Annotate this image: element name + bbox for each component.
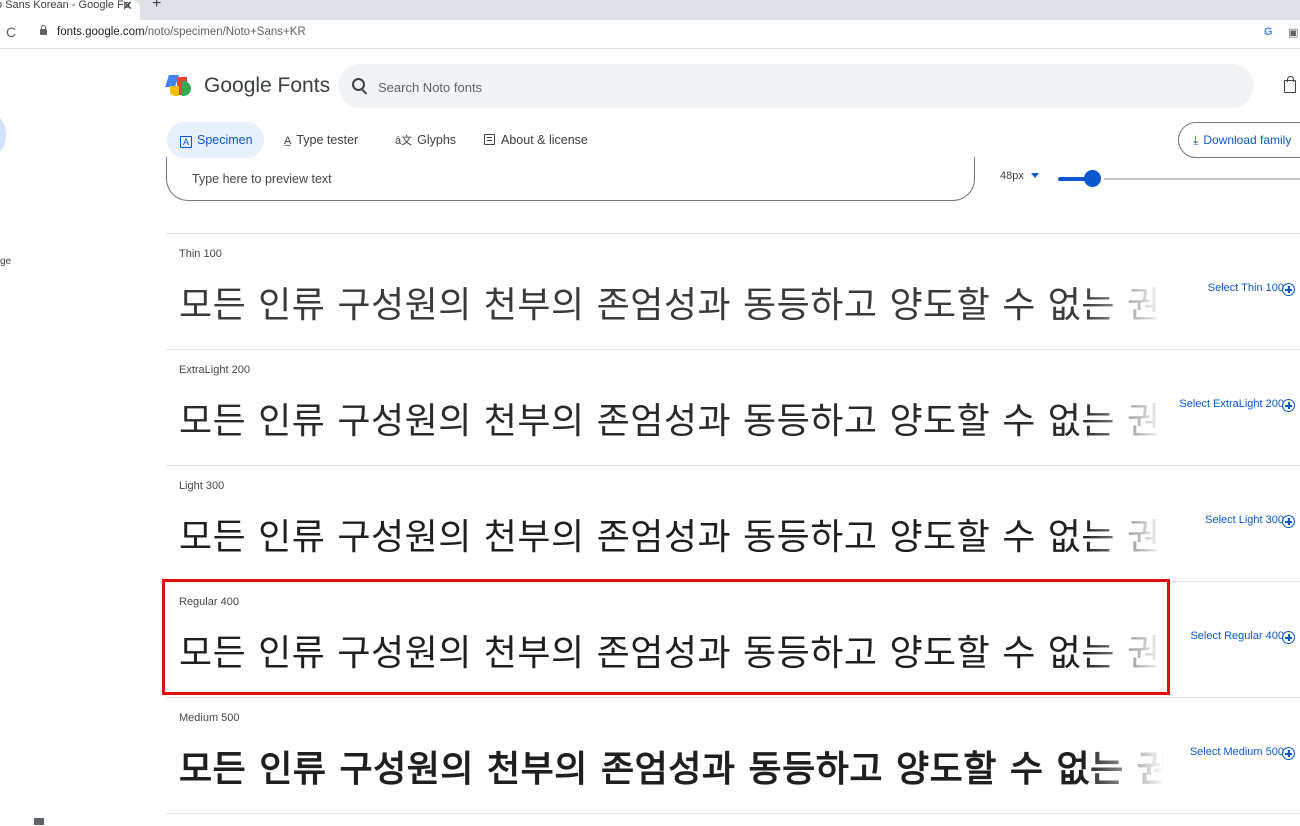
select-style-button[interactable]: Select Thin 100 [1208, 282, 1284, 294]
style-row-extralight-200: ExtraLight 200 모든 인류 구성원의 천부의 존엄성과 동등하고 … [166, 349, 1300, 466]
tab-specimen-label: Specimen [197, 133, 253, 147]
document-icon [484, 134, 495, 145]
download-family-label: Download family [1203, 133, 1292, 147]
reload-icon[interactable]: C [6, 24, 16, 40]
download-family-button[interactable]: ⤓ Download family [1178, 122, 1300, 158]
search-icon [352, 78, 365, 91]
style-row-thin-100: Thin 100 모든 인류 구성원의 천부의 존엄성과 동등하고 양도할 수 … [166, 233, 1300, 350]
shopping-bag-icon[interactable] [1284, 76, 1296, 93]
select-style-button[interactable]: Select Light 300 [1205, 514, 1284, 526]
url-field[interactable]: fonts.google.com/noto/specimen/Noto+Sans… [57, 26, 306, 38]
rail-label[interactable]: ge [0, 256, 11, 267]
tab-about-license[interactable]: About & license [484, 122, 588, 158]
glyphs-icon: ā文 [395, 135, 413, 147]
style-label: Light 300 [179, 480, 225, 492]
google-fonts-logo-icon[interactable] [165, 75, 195, 97]
select-style-button[interactable]: Select Regular 400 [1190, 630, 1284, 642]
new-tab-button[interactable]: + [152, 0, 161, 13]
font-size-value: 48px [1000, 170, 1024, 182]
style-sample-text[interactable]: 모든 인류 구성원의 천부의 존엄성과 동등하고 양도할 수 없는 권리 [179, 740, 1164, 796]
tab-glyphs-label: Glyphs [417, 133, 457, 147]
type-tester-icon: A̲ [284, 135, 292, 147]
caret-down-icon [1030, 173, 1039, 178]
select-style-button[interactable]: Select ExtraLight 200 [1179, 398, 1284, 410]
style-sample-text[interactable]: 모든 인류 구성원의 천부의 존엄성과 동등하고 양도할 수 없는 권리 [179, 392, 1164, 448]
rail-icon[interactable] [34, 818, 44, 825]
browser-tab[interactable]: o Sans Korean - Google Fo ✕ [0, 0, 140, 20]
specimen-icon: A [180, 136, 192, 148]
font-size-slider-thumb[interactable] [1084, 170, 1101, 187]
font-size-select[interactable]: 48px [1000, 170, 1039, 182]
highlight-box [162, 579, 1170, 695]
add-circle-icon[interactable] [1282, 399, 1295, 412]
google-extension-icon[interactable]: G [1264, 26, 1273, 38]
rail-active-indicator[interactable] [0, 116, 6, 154]
tab-specimen[interactable]: A Specimen [167, 122, 264, 158]
preview-text-input[interactable] [192, 171, 952, 187]
style-label: ExtraLight 200 [179, 364, 250, 376]
address-bar: C fonts.google.com/noto/specimen/Noto+Sa… [0, 20, 1300, 49]
search-bar [338, 64, 1254, 110]
url-host: fonts.google.com [57, 26, 145, 38]
lock-icon[interactable] [40, 25, 47, 35]
style-sample-text[interactable]: 모든 인류 구성원의 천부의 존엄성과 동등하고 양도할 수 없는 권리 [179, 508, 1164, 564]
style-sample-text[interactable]: 모든 인류 구성원의 천부의 존엄성과 동등하고 양도할 수 없는 권리 [179, 276, 1164, 332]
tab-about-label: About & license [501, 133, 588, 147]
close-icon[interactable]: ✕ [122, 0, 133, 16]
search-input[interactable] [376, 64, 1240, 110]
style-row-divider [166, 813, 1300, 826]
add-circle-icon[interactable] [1282, 747, 1295, 760]
style-label: Thin 100 [179, 248, 222, 260]
logo-yellow-shape [170, 86, 179, 96]
select-style-button[interactable]: Select Medium 500 [1190, 746, 1284, 758]
brand-title[interactable]: Google Fonts [204, 74, 330, 98]
add-circle-icon[interactable] [1282, 631, 1295, 644]
tab-type-tester[interactable]: A̲ Type tester [284, 122, 358, 158]
translate-extension-icon[interactable]: ▣ [1288, 26, 1298, 39]
tab-type-tester-label: Type tester [296, 133, 359, 147]
style-row-medium-500: Medium 500 모든 인류 구성원의 천부의 존엄성과 동등하고 양도할 … [166, 697, 1300, 814]
logo-green-shape [182, 81, 191, 96]
url-path: /noto/specimen/Noto+Sans+KR [144, 26, 306, 38]
add-circle-icon[interactable] [1282, 283, 1295, 296]
style-row-light-300: Light 300 모든 인류 구성원의 천부의 존엄성과 동등하고 양도할 수… [166, 465, 1300, 582]
font-size-slider-track[interactable] [1104, 178, 1300, 180]
add-circle-icon[interactable] [1282, 515, 1295, 528]
browser-tab-strip: o Sans Korean - Google Fo ✕ + [0, 0, 1300, 20]
tab-glyphs[interactable]: ā文 Glyphs [395, 122, 456, 158]
download-icon: ⤓ [1193, 133, 1199, 147]
browser-tab-title: o Sans Korean - Google Fo [0, 0, 130, 11]
preview-text-field [166, 157, 975, 201]
style-label: Medium 500 [179, 712, 240, 724]
